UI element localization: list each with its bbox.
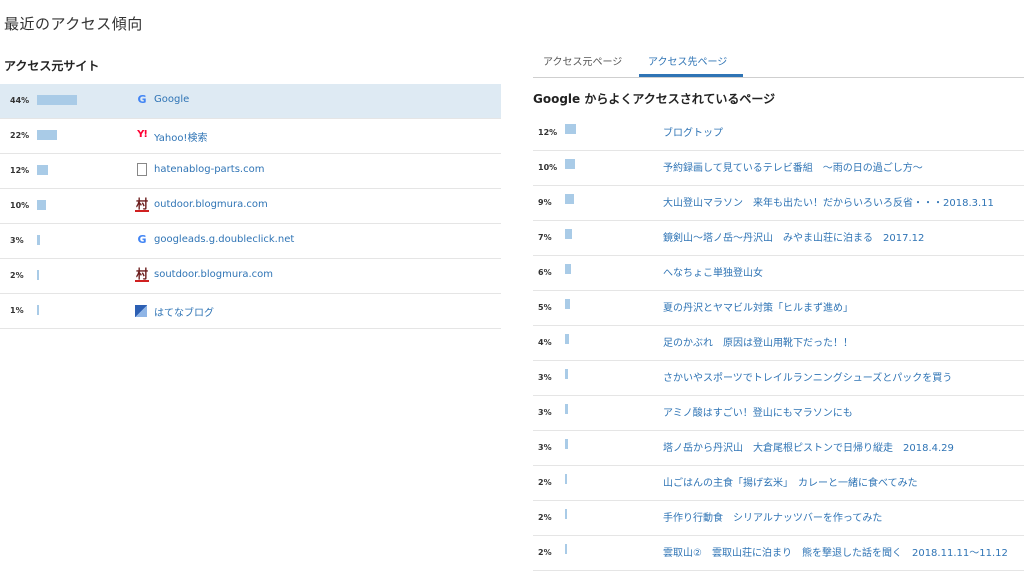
page-title-link[interactable]: 予約録画して見ているテレビ番組 ～雨の日の過ごし方～ [663, 159, 923, 174]
page-title-link[interactable]: 夏の丹沢とヤマビル対策「ヒルまず進め」 [663, 299, 853, 314]
page-title-link[interactable]: 塔ノ岳から丹沢山 大倉尾根ピストンで日帰り縦走 2018.4.29 [663, 439, 954, 454]
source-row[interactable]: 2% 村 soutdoor.blogmura.com [0, 259, 501, 294]
page-row[interactable]: 3% 塔ノ岳から丹沢山 大倉尾根ピストンで日帰り縦走 2018.4.29 [533, 431, 1024, 466]
page-share-bar [565, 369, 568, 379]
page-row[interactable]: 3% アミノ酸はすごい！登山にもマラソンにも [533, 396, 1024, 431]
page-row[interactable]: 4% 足のかぶれ 原因は登山用靴下だった！！ [533, 326, 1024, 361]
source-share-bar [37, 200, 46, 210]
source-percent: 22% [10, 131, 30, 140]
source-row[interactable]: 10% 村 outdoor.blogmura.com [0, 189, 501, 224]
source-share-bar [37, 235, 40, 245]
page-percent: 10% [538, 163, 558, 172]
page-title-link[interactable]: 鏡剣山～塔ノ岳～丹沢山 みやま山荘に泊まる 2017.12 [663, 229, 924, 244]
source-percent: 2% [10, 271, 24, 280]
active-tab-indicator [639, 74, 743, 77]
page-row[interactable]: 3% さかいやスポーツでトレイルランニングシューズとパックを買う [533, 361, 1024, 396]
access-pages-list: 12% ブログトップ 10% 予約録画して見ているテレビ番組 ～雨の日の過ごし方～ 9%… [533, 116, 1024, 571]
page-percent: 3% [538, 373, 552, 382]
page-row[interactable]: 2% 雲取山② 雲取山荘に泊まり 熊を撃退した話を聞く 2018.11.11～11… [533, 536, 1024, 571]
page-percent: 7% [538, 233, 552, 242]
access-sources-list: 44% G Google 22% Y! Yahoo!検索 12% hatenablog-par… [0, 84, 501, 329]
page-title-link[interactable]: 大山登山マラソン 来年も出たい！だからいろいろ反省・・・2018.3.11 [663, 194, 994, 209]
tab-target-pages[interactable]: アクセス先ページ [648, 56, 727, 76]
page-share-bar [565, 404, 568, 414]
access-sources-title: アクセス元サイト [4, 59, 100, 73]
blogmura-icon: 村 [135, 197, 149, 212]
hatena-icon [135, 305, 147, 317]
page-share-bar [565, 194, 574, 204]
page-row[interactable]: 2% 山ごはんの主食「揚げ玄米」 カレーと一緒に食べてみた [533, 466, 1024, 501]
page-title-link[interactable]: へなちょこ単独登山女 [663, 264, 763, 279]
page-share-bar [565, 334, 569, 344]
page-percent: 2% [538, 548, 552, 557]
access-sources-panel: アクセス元サイト 44% G Google 22% Y! Yahoo!検索 12% haten… [0, 56, 501, 329]
page-title-link[interactable]: 手作り行動食 シリアルナッツバーを作ってみた [663, 509, 882, 524]
source-percent: 1% [10, 306, 24, 315]
page-percent: 3% [538, 443, 552, 452]
access-pages-panel: アクセス元ページ アクセス先ページ Google からよくアクセスされているペー… [533, 50, 1024, 571]
google-icon: G [137, 233, 147, 246]
page-share-bar [565, 439, 568, 449]
page-share-bar [565, 509, 567, 519]
yahoo-icon: Y! [137, 129, 148, 140]
source-share-bar [37, 95, 77, 105]
source-share-bar [37, 270, 39, 280]
tab-source-pages[interactable]: アクセス元ページ [543, 56, 622, 76]
page-share-bar [565, 264, 571, 274]
page-share-bar [565, 474, 567, 484]
page-percent: 12% [538, 128, 558, 137]
source-row[interactable]: 12% hatenablog-parts.com [0, 154, 501, 189]
page-title: 最近のアクセス傾向 [4, 15, 143, 33]
source-site-link[interactable]: Yahoo!検索 [154, 129, 207, 144]
page-percent: 2% [538, 513, 552, 522]
page-row[interactable]: 7% 鏡剣山～塔ノ岳～丹沢山 みやま山荘に泊まる 2017.12 [533, 221, 1024, 256]
blogmura-icon: 村 [135, 267, 149, 282]
source-site-link[interactable]: outdoor.blogmura.com [154, 199, 268, 210]
page-row[interactable]: 5% 夏の丹沢とヤマビル対策「ヒルまず進め」 [533, 291, 1024, 326]
google-icon: G [137, 93, 147, 106]
page-percent: 6% [538, 268, 552, 277]
source-row[interactable]: 22% Y! Yahoo!検索 [0, 119, 501, 154]
page-share-bar [565, 159, 575, 169]
source-percent: 10% [10, 201, 30, 210]
page-percent: 5% [538, 303, 552, 312]
page-title-link[interactable]: さかいやスポーツでトレイルランニングシューズとパックを買う [663, 369, 952, 384]
access-pages-title: Google からよくアクセスされているページ [533, 92, 776, 106]
source-site-link[interactable]: soutdoor.blogmura.com [154, 269, 273, 280]
page-row[interactable]: 6% へなちょこ単独登山女 [533, 256, 1024, 291]
source-site-link[interactable]: googleads.g.doubleclick.net [154, 234, 294, 245]
page-title-link[interactable]: 足のかぶれ 原因は登山用靴下だった！！ [663, 334, 853, 349]
page-icon [137, 163, 147, 176]
source-row[interactable]: 1% はてなブログ [0, 294, 501, 329]
page-row[interactable]: 10% 予約録画して見ているテレビ番組 ～雨の日の過ごし方～ [533, 151, 1024, 186]
page-percent: 2% [538, 478, 552, 487]
page-row[interactable]: 12% ブログトップ [533, 116, 1024, 151]
page-percent: 4% [538, 338, 552, 347]
page-percent: 3% [538, 408, 552, 417]
page-title-link[interactable]: 雲取山② 雲取山荘に泊まり 熊を撃退した話を聞く 2018.11.11～11.1… [663, 544, 1008, 559]
source-percent: 3% [10, 236, 24, 245]
page-percent: 9% [538, 198, 552, 207]
source-site-link[interactable]: hatenablog-parts.com [154, 164, 264, 175]
page-share-bar [565, 229, 572, 239]
source-row[interactable]: 3% Ggoogleads.g.doubleclick.net [0, 224, 501, 259]
page-row[interactable]: 9% 大山登山マラソン 来年も出たい！だからいろいろ反省・・・2018.3.11 [533, 186, 1024, 221]
source-row[interactable]: 44% G Google [0, 84, 501, 119]
page-share-bar [565, 299, 570, 309]
page-title-link[interactable]: ブログトップ [663, 124, 723, 139]
page-title-link[interactable]: 山ごはんの主食「揚げ玄米」 カレーと一緒に食べてみた [663, 474, 918, 489]
source-share-bar [37, 165, 48, 175]
page-title-link[interactable]: アミノ酸はすごい！登山にもマラソンにも [663, 404, 853, 419]
page-share-bar [565, 124, 576, 134]
source-share-bar [37, 130, 57, 140]
source-share-bar [37, 305, 39, 315]
page-row[interactable]: 2% 手作り行動食 シリアルナッツバーを作ってみた [533, 501, 1024, 536]
source-percent: 12% [10, 166, 30, 175]
source-site-link[interactable]: はてなブログ [154, 304, 214, 319]
page-tabs: アクセス元ページ アクセス先ページ [533, 50, 1024, 78]
page-share-bar [565, 544, 567, 554]
source-site-link[interactable]: Google [154, 94, 189, 105]
source-percent: 44% [10, 96, 30, 105]
